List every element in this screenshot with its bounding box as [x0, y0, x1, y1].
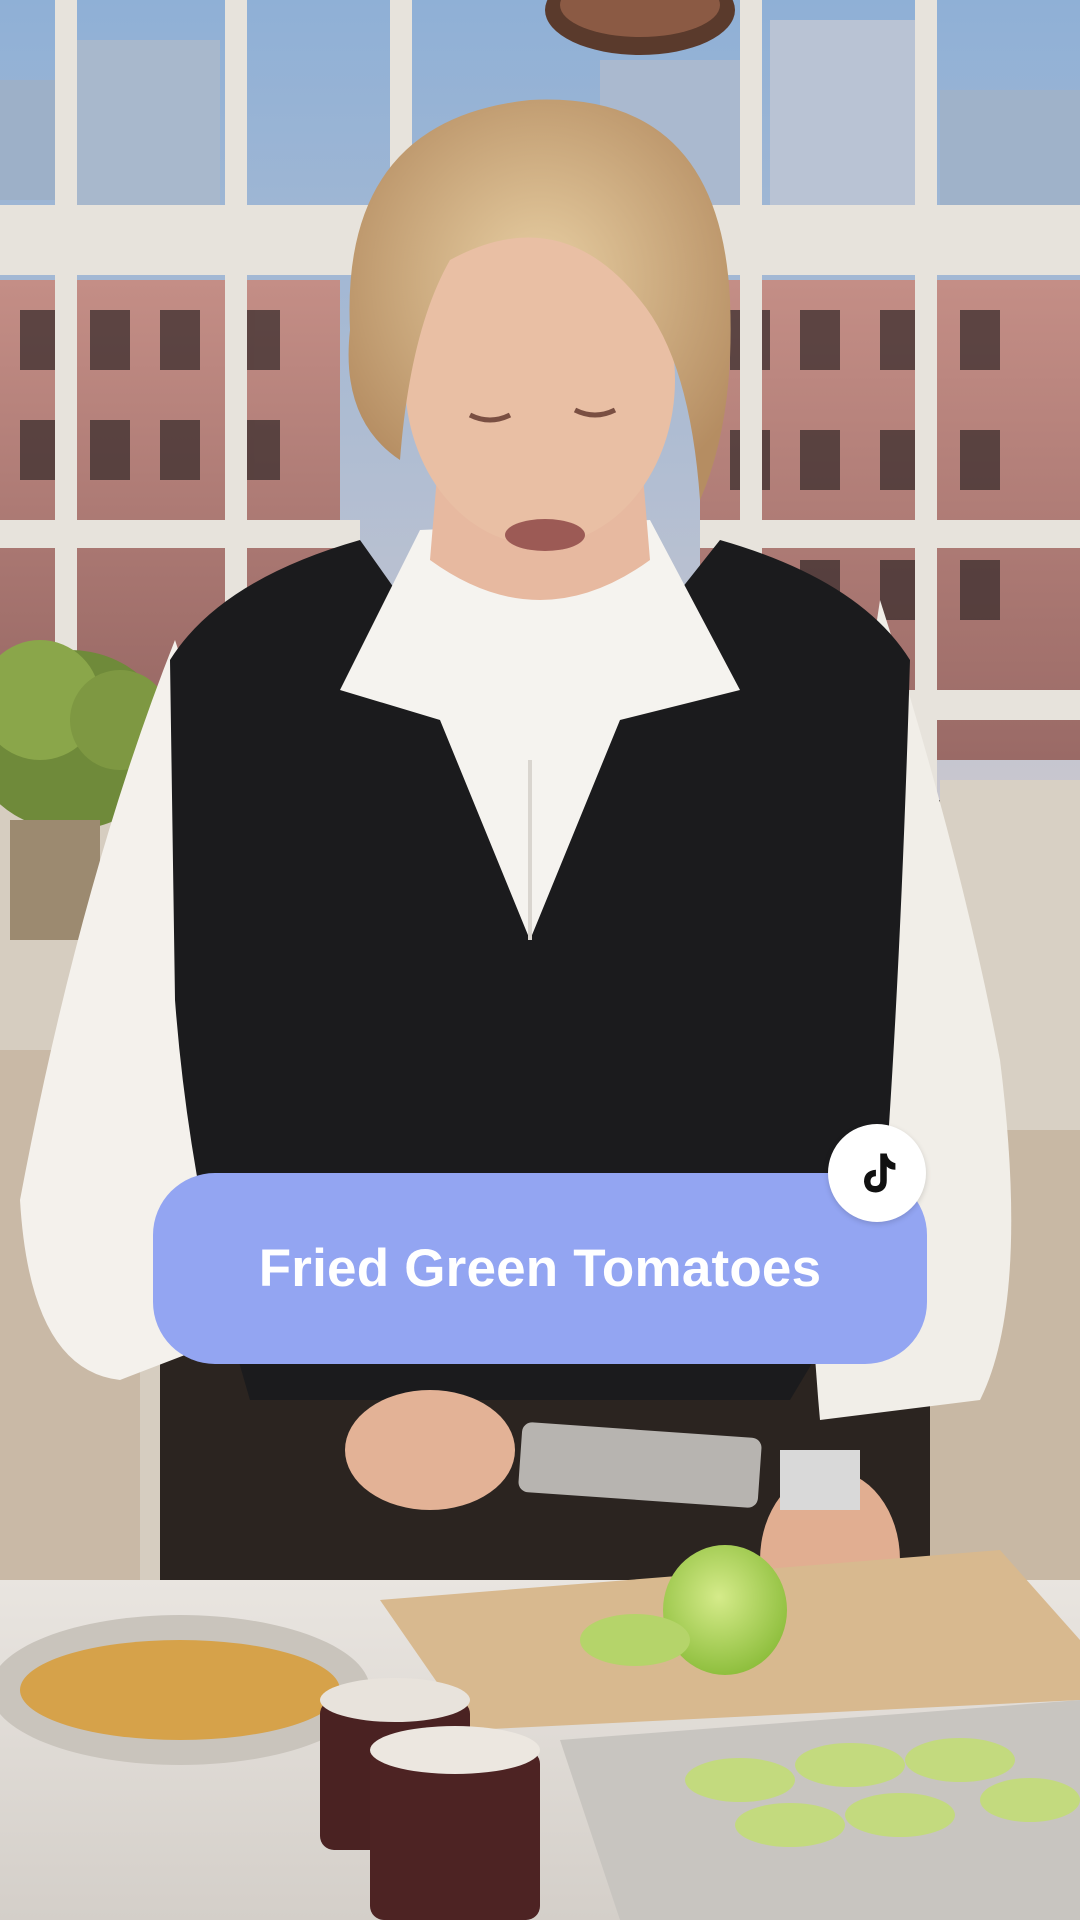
tiktok-badge [828, 1124, 926, 1222]
tiktok-logo-icon [864, 1153, 896, 1193]
title-caption-pill: Fried Green Tomatoes [153, 1173, 927, 1364]
caption-title: Fried Green Tomatoes [258, 1239, 822, 1298]
video-frame [0, 0, 1080, 1920]
cooking-scene [0, 0, 1080, 1920]
